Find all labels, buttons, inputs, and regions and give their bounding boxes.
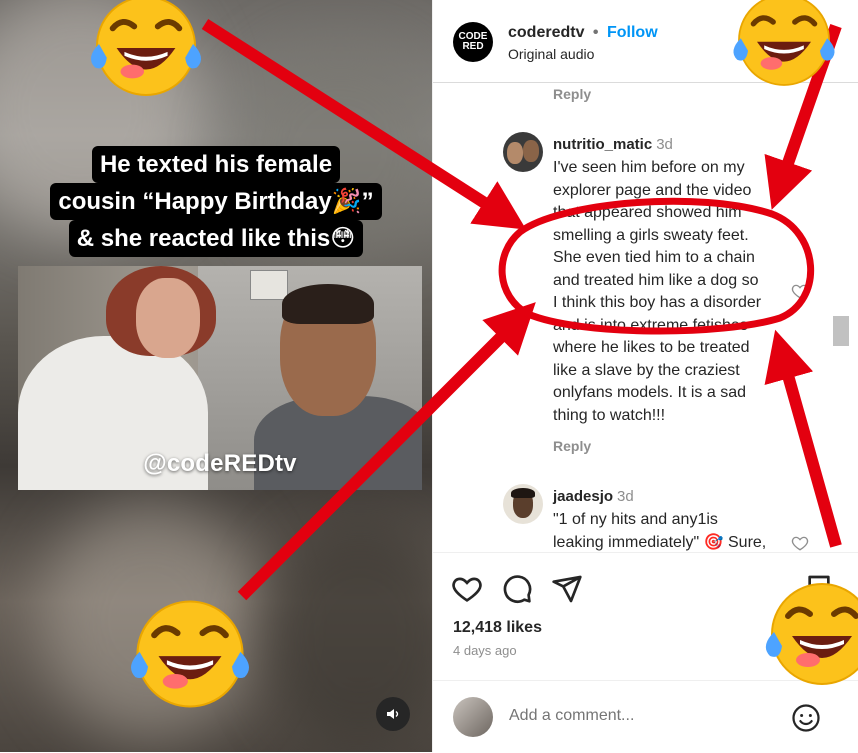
speaker-icon xyxy=(387,709,399,719)
caption-line: cousin “Happy Birthday🎉” xyxy=(50,183,382,220)
comments-list[interactable]: Reply nutritio_matic 3d I've seen him bef… xyxy=(433,82,843,552)
post-username[interactable]: coderedtv xyxy=(508,24,584,41)
comment-line: and is into extreme fetishes xyxy=(553,316,748,334)
commenter-avatar[interactable] xyxy=(503,484,543,524)
caption-line: & she reacted like this😳 xyxy=(68,220,364,257)
comment-icon[interactable] xyxy=(501,573,533,605)
person-man-hair xyxy=(282,284,374,324)
comment-line: where he likes to be treated xyxy=(553,339,750,356)
comment-line: I think this boy has a disorder xyxy=(553,294,762,311)
heart-icon[interactable] xyxy=(451,573,483,605)
video-watermark: @codeREDtv xyxy=(143,450,297,477)
comment-line: I've seen him before on my xyxy=(553,159,745,176)
account-avatar[interactable]: CODE RED xyxy=(453,22,493,62)
audio-link[interactable]: Original audio xyxy=(508,46,594,62)
comment-username[interactable]: jaadesjo xyxy=(553,488,613,505)
person-woman-face xyxy=(136,278,200,358)
bookmark-icon[interactable] xyxy=(803,573,835,605)
add-comment-bar xyxy=(433,680,858,753)
comment-username-row: jaadesjo 3d xyxy=(553,488,634,505)
comment-username-row: nutritio_matic 3d xyxy=(553,136,673,153)
comment-line: and treated him like a dog so xyxy=(553,271,759,289)
comment-line: onlyfans models. It is a sad xyxy=(553,384,746,401)
commenter-avatar[interactable] xyxy=(503,132,543,172)
comment-time: 3d xyxy=(656,136,673,153)
reply-button[interactable]: Reply xyxy=(553,86,591,102)
comment-line: She even tied him to a chain xyxy=(553,249,755,266)
caption-line: He texted his female xyxy=(91,146,341,183)
reply-button[interactable]: Reply xyxy=(553,438,591,454)
post-username-row: coderedtv • Follow xyxy=(508,24,658,42)
comments-scrollbar[interactable] xyxy=(833,316,849,346)
comment-line: that appeared showed him xyxy=(553,204,742,221)
follow-button[interactable]: Follow xyxy=(607,24,658,41)
comment-line: smelling a girls sweaty feet. xyxy=(553,226,749,244)
comment-text: I've seen him before on my explorer page… xyxy=(553,157,785,427)
logo-text-bottom: RED xyxy=(462,41,484,52)
post-side-panel: CODE RED coderedtv • Follow Original aud… xyxy=(432,0,858,752)
video-frame: @codeREDtv xyxy=(18,266,422,490)
comment-username[interactable]: nutritio_matic xyxy=(553,136,652,153)
post-actions: 12,418 likes 4 days ago xyxy=(433,552,858,681)
like-comment-heart-icon[interactable] xyxy=(791,282,809,300)
comment-time: 3d xyxy=(617,488,634,505)
post-timestamp[interactable]: 4 days ago xyxy=(453,643,517,658)
video-background-blur xyxy=(40,500,260,740)
comment-line: leaking immediately" 🎯 Sure, xyxy=(553,533,767,551)
mute-button[interactable] xyxy=(376,697,410,731)
avatar[interactable] xyxy=(453,697,493,737)
comment-line: explorer page and the video xyxy=(553,181,752,199)
share-icon[interactable] xyxy=(551,573,583,605)
comment-line: thing to watch!!! xyxy=(553,406,666,424)
like-comment-heart-icon[interactable] xyxy=(791,534,809,552)
comment-input[interactable] xyxy=(509,707,779,725)
likes-count[interactable]: 12,418 likes xyxy=(453,619,542,637)
post-header: CODE RED coderedtv • Follow Original aud… xyxy=(433,0,858,83)
comment-text: "1 of ny hits and any1is leaking immedia… xyxy=(553,509,785,552)
video-caption: He texted his female cousin “Happy Birth… xyxy=(38,146,394,257)
separator-dot: • xyxy=(592,24,599,41)
comment-line: "1 of ny hits and any1is xyxy=(553,511,718,528)
comment-line: like a slave by the craziest xyxy=(553,361,740,379)
emoji-icon[interactable] xyxy=(791,703,821,733)
reel-video[interactable]: He texted his female cousin “Happy Birth… xyxy=(0,0,432,752)
frame-sign xyxy=(250,270,288,300)
